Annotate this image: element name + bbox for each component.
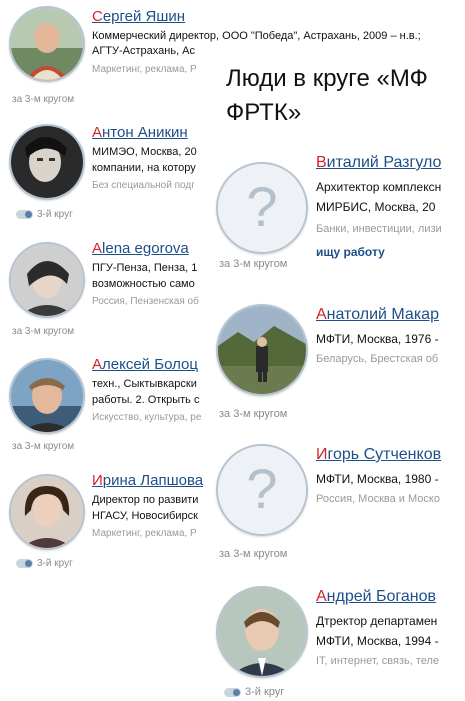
person-position: техн., Сыктывкарски	[92, 378, 197, 390]
person-name-link[interactable]: Андрей Боганов	[316, 588, 436, 606]
person-interests: Беларусь, Брестская об	[316, 353, 439, 365]
person-name-link[interactable]: Ирина Лапшова	[92, 472, 203, 489]
svg-text:?: ?	[246, 175, 277, 238]
job-search-status: ищу работу	[316, 245, 385, 259]
circle-status: за 3-м кругом	[12, 441, 75, 452]
person-interests: IT, интернет, связь, теле	[316, 655, 440, 667]
question-mark-icon: ?	[218, 164, 306, 252]
circle-status: за 3-м кругом	[219, 548, 288, 560]
avatar[interactable]	[9, 6, 85, 82]
person-interests: Маркетинг, реклама, Р	[92, 528, 197, 539]
circle-people-panel: Люди в круге «МФ ФРТК» ? Виталий Разгуло…	[210, 52, 465, 701]
avatar[interactable]	[9, 474, 85, 550]
circle-status: за 3-м кругом	[12, 94, 75, 105]
avatar[interactable]	[9, 242, 85, 318]
person-interests: Без специальной подг	[92, 180, 195, 191]
person-position: Коммерческий директор, ООО "Победа", Аст…	[92, 30, 421, 42]
circle-status: 3-й круг	[16, 558, 73, 569]
person-interests: Маркетинг, реклама, Р	[92, 64, 197, 75]
person-education: НГАСУ, Новосибирск	[92, 510, 198, 522]
circle-status: за 3-м кругом	[219, 258, 288, 270]
person-name-link[interactable]: Сергей Яшин	[92, 8, 185, 25]
circle-status: 3-й круг	[16, 209, 73, 220]
person-position: МФТИ, Москва, 1976 -	[316, 332, 439, 346]
person-name-link[interactable]: Антон Аникин	[92, 124, 188, 141]
person-name-link[interactable]: Виталий Разгуло	[316, 154, 441, 172]
person-education: МИРБИС, Москва, 20	[316, 200, 436, 214]
avatar-placeholder[interactable]: ?	[216, 444, 308, 536]
panel-title: Люди в круге «МФ ФРТК»	[226, 65, 428, 126]
circle-toggle-icon[interactable]	[16, 558, 33, 568]
person-interests: Искусство, культура, ре	[92, 412, 202, 423]
circle-status: за 3-м кругом	[12, 326, 75, 337]
avatar-placeholder[interactable]: ?	[216, 162, 308, 254]
avatar[interactable]	[9, 358, 85, 434]
circle-status: 3-й круг	[224, 686, 284, 698]
person-name-link[interactable]: Alena egorova	[92, 240, 189, 257]
person-name-link[interactable]: Алексей Болоц	[92, 356, 198, 373]
person-position: МИМЭО, Москва, 20	[92, 146, 197, 158]
person-interests: Россия, Москва и Моско	[316, 493, 440, 505]
person-education: возможностью само	[92, 278, 195, 290]
svg-text:?: ?	[246, 457, 277, 520]
person-education: АГТУ-Астрахань, Ас	[92, 45, 196, 57]
person-education: МФТИ, Москва, 1994 -	[316, 634, 439, 648]
person-name-link[interactable]: Анатолий Макар	[316, 306, 439, 324]
question-mark-icon: ?	[218, 446, 306, 534]
circle-toggle-icon[interactable]	[224, 687, 241, 697]
person-interests: Банки, инвестиции, лизи	[316, 223, 442, 235]
person-position: Архитектор комплексн	[316, 180, 442, 194]
person-position: МФТИ, Москва, 1980 -	[316, 472, 439, 486]
avatar[interactable]	[216, 586, 308, 678]
person-position: ПГУ-Пенза, Пенза, 1	[92, 262, 198, 274]
person-position: Директор по развити	[92, 494, 199, 506]
avatar[interactable]	[216, 304, 308, 396]
circle-status: за 3-м кругом	[219, 408, 288, 420]
person-education: работы. 2. Открыть с	[92, 394, 200, 406]
person-name-link[interactable]: Игорь Сутченков	[316, 446, 441, 464]
person-position: Дтректор департамен	[316, 614, 438, 628]
avatar[interactable]	[9, 124, 85, 200]
circle-toggle-icon[interactable]	[16, 209, 33, 219]
person-education: компании, на котору	[92, 162, 196, 174]
person-interests: Россия, Пензенская об	[92, 296, 199, 307]
